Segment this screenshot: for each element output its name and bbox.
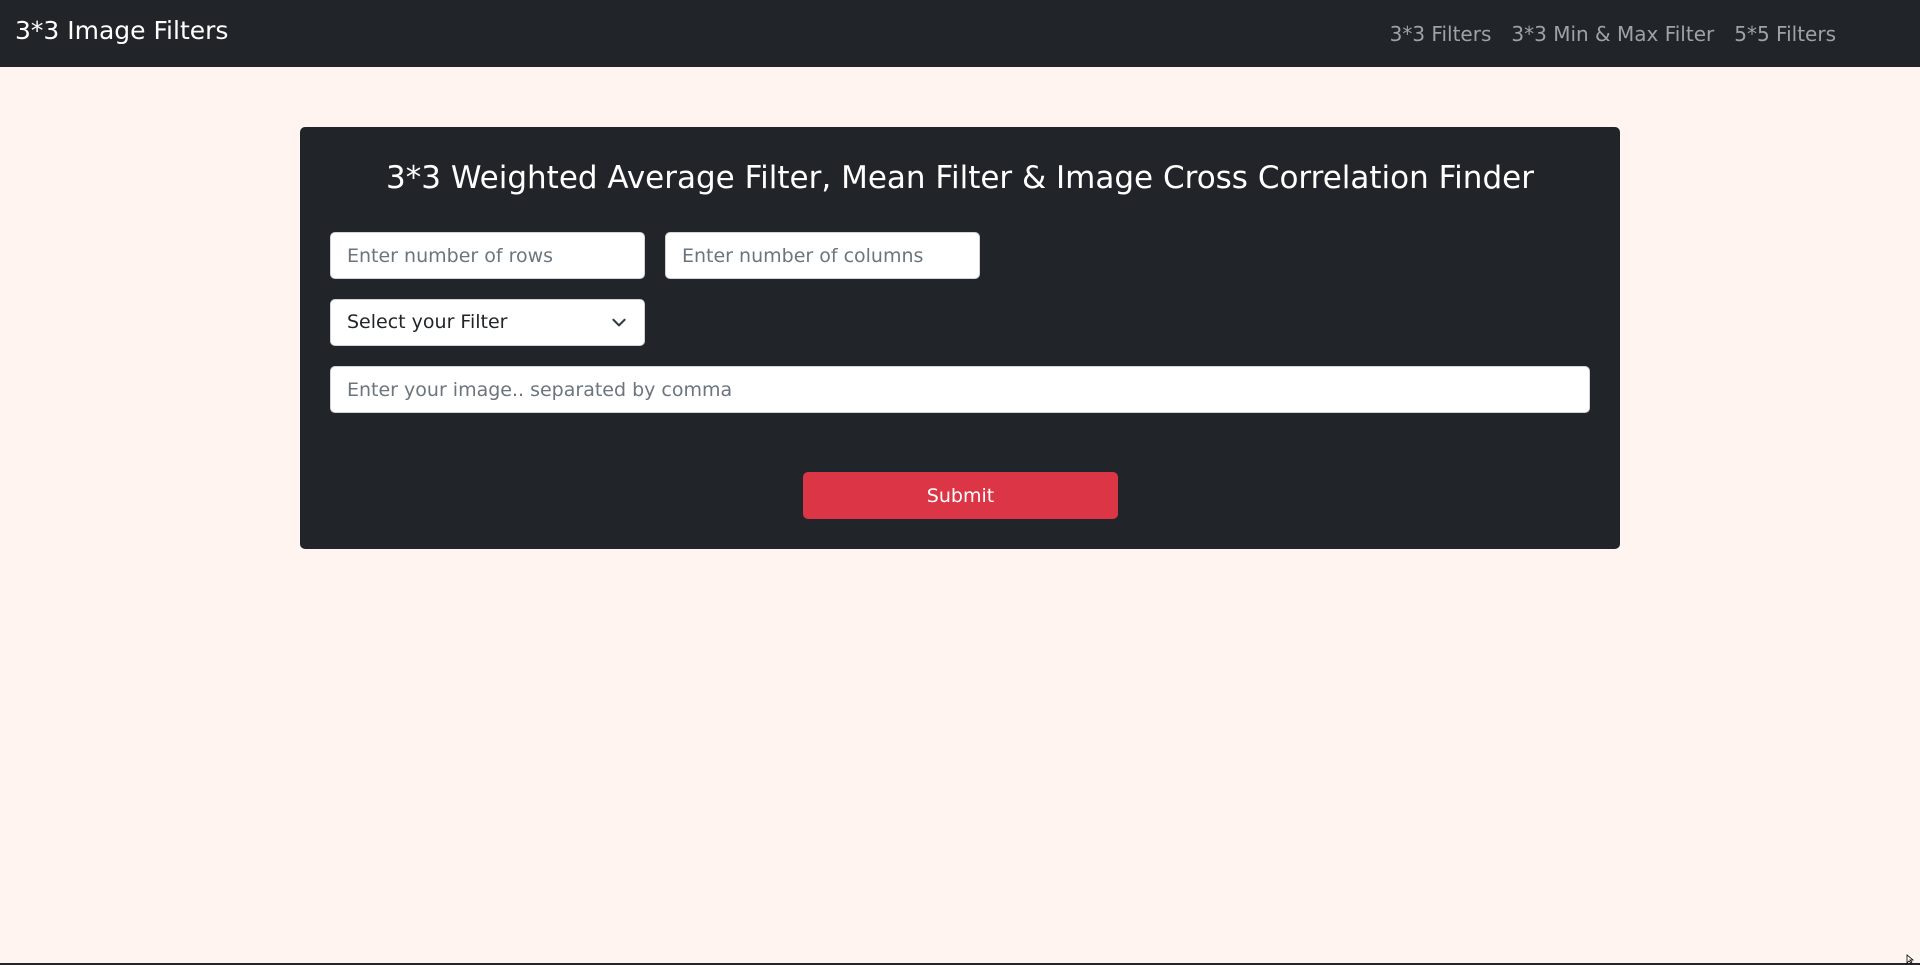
brand-link[interactable]: 3*3 Image Filters bbox=[15, 14, 228, 48]
filter-select[interactable]: Select your Filter bbox=[330, 299, 645, 346]
top-navbar: 3*3 Image Filters 3*3 Filters 3*3 Min & … bbox=[0, 0, 1920, 67]
nav-links: 3*3 Filters 3*3 Min & Max Filter 5*5 Fil… bbox=[1390, 0, 1836, 67]
rows-input[interactable] bbox=[330, 232, 645, 279]
filter-form-panel: 3*3 Weighted Average Filter, Mean Filter… bbox=[300, 127, 1620, 549]
nav-link-3x3-filters[interactable]: 3*3 Filters bbox=[1390, 22, 1492, 46]
image-input[interactable] bbox=[330, 366, 1590, 413]
chevron-down-icon bbox=[612, 318, 626, 327]
columns-input[interactable] bbox=[665, 232, 980, 279]
mouse-cursor-icon bbox=[1906, 954, 1915, 964]
nav-link-3x3-min-max-filter[interactable]: 3*3 Min & Max Filter bbox=[1511, 22, 1714, 46]
filter-select-value: Select your Filter bbox=[347, 311, 508, 333]
form-title: 3*3 Weighted Average Filter, Mean Filter… bbox=[386, 160, 1534, 196]
nav-link-5x5-filters[interactable]: 5*5 Filters bbox=[1734, 22, 1836, 46]
submit-button[interactable]: Submit bbox=[803, 472, 1118, 519]
